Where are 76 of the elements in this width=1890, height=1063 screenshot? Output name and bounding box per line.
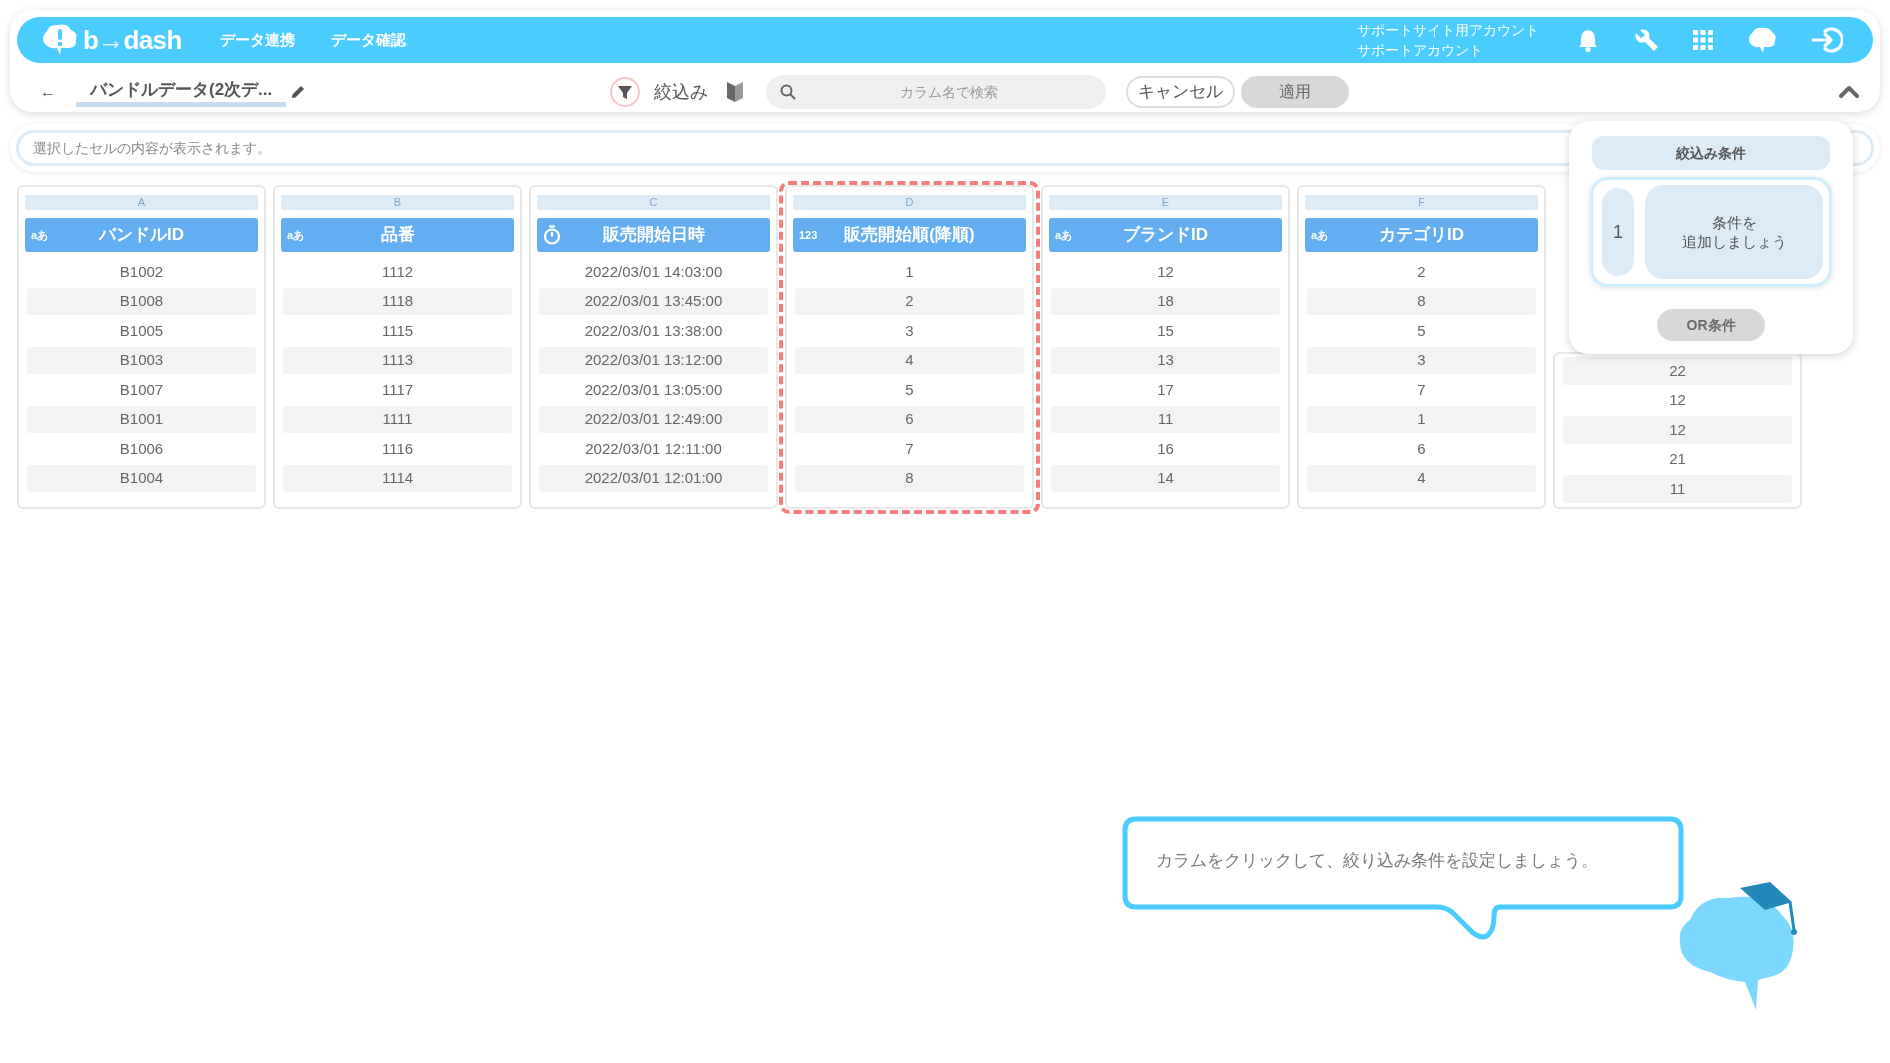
table-column[interactable]: 22 12 12 21 11 <box>1553 352 1802 509</box>
column-letter: B <box>281 195 514 210</box>
table-cell[interactable]: 2022/03/01 13:12:00 <box>539 346 768 374</box>
column-title: 販売開始順(降順) <box>842 224 976 247</box>
column-letter: C <box>537 195 770 210</box>
hint-text: カラムをクリックして、絞り込み条件を設定しましょう。 <box>1156 850 1598 872</box>
table-column[interactable]: B aあ 品番 1112 1118 1115 1113 1117 1111 1116 1114 <box>273 185 522 509</box>
table-column[interactable]: F aあ カテゴリID 2 8 5 3 7 1 6 4 <box>1297 185 1546 509</box>
filter-button[interactable] <box>610 77 641 107</box>
column-title: ブランドID <box>1122 224 1209 247</box>
notification-icon[interactable] <box>1577 28 1599 52</box>
table-cell[interactable]: B1004 <box>27 464 256 492</box>
back-button[interactable]: ← <box>40 80 56 104</box>
table-cell[interactable]: 2022/03/01 12:49:00 <box>539 405 768 433</box>
wrench-icon[interactable] <box>1633 27 1659 53</box>
column-letter: D <box>793 195 1026 210</box>
stopwatch-icon <box>543 225 561 245</box>
table-cell[interactable]: 1114 <box>283 464 512 492</box>
table-cell[interactable]: 18 <box>1051 287 1280 315</box>
type-icon: aあ <box>1311 226 1329 244</box>
or-condition-button[interactable]: OR条件 <box>1657 309 1765 341</box>
funnel-icon <box>617 84 634 100</box>
table-cell[interactable]: 11 <box>1563 475 1792 503</box>
table-cell[interactable]: 12 <box>1563 416 1792 444</box>
table-cell[interactable]: B1008 <box>27 287 256 315</box>
account-name: サポートサイト用アカウント <box>1357 21 1539 40</box>
hint-line: 条件を <box>1711 213 1757 232</box>
table-cell[interactable]: 11 <box>1051 405 1280 433</box>
table-cell[interactable]: 1111 <box>283 405 512 433</box>
group-number: 1 <box>1599 185 1637 279</box>
table-cell[interactable]: 1118 <box>283 287 512 315</box>
logo-text: b→dash <box>83 23 182 57</box>
apps-grid-icon[interactable] <box>1693 30 1713 50</box>
table-cell[interactable]: 22 <box>1563 357 1792 385</box>
table-cell[interactable]: 6 <box>795 405 1024 433</box>
table-cell[interactable]: 2022/03/01 12:01:00 <box>539 464 768 492</box>
table-cell[interactable]: 8 <box>795 464 1024 492</box>
hint-line: 追加しましょう <box>1681 232 1787 251</box>
type-icon: aあ <box>31 226 49 244</box>
table-cell[interactable]: B1003 <box>27 346 256 374</box>
search-icon <box>780 84 797 100</box>
table-cell[interactable]: 4 <box>795 346 1024 374</box>
panel-title: 絞込み条件 <box>1592 136 1830 170</box>
cloud-icon[interactable] <box>1747 26 1777 54</box>
column-title: カテゴリID <box>1378 224 1465 247</box>
table-column[interactable]: C 販売開始日時 2022/03/01 14:03:00 2022/03/01 13:45:00 2022/03/01 13:38:00 2022/03/01 13:12:00 2022/03/01 13:05:00 2022/03/01 12:49:00 2022/03/01 12:11:00 2022/03/01 12:01:00 <box>529 185 778 509</box>
column-letter: A <box>25 195 258 210</box>
collapse-icon[interactable] <box>1838 85 1860 99</box>
column-title: バンドルID <box>97 224 185 247</box>
column-letter: F <box>1305 195 1538 210</box>
table-column[interactable]: A aあ バンドルID B1002 B1008 B1005 B1003 B1007 B1001 B1006 B1004 <box>17 185 266 509</box>
search-field[interactable]: カラム名で検索 <box>766 75 1107 109</box>
filter-label: 絞込み <box>654 80 709 104</box>
table-cell[interactable]: 2022/03/01 13:45:00 <box>539 287 768 315</box>
column-title: 販売開始日時 <box>601 224 706 247</box>
table-column[interactable]: E aあ ブランドID 12 18 15 13 17 11 16 14 <box>1041 185 1290 509</box>
cancel-button[interactable]: キャンセル <box>1126 76 1236 108</box>
user-name: サポートアカウント <box>1357 41 1484 60</box>
table-cell[interactable]: 13 <box>1051 346 1280 374</box>
column-title: 品番 <box>379 224 416 247</box>
table-cell[interactable]: 1113 <box>283 346 512 374</box>
type-icon: aあ <box>1055 226 1073 244</box>
edit-icon[interactable] <box>290 84 307 100</box>
column-letter: E <box>1049 195 1282 210</box>
type-icon: aあ <box>287 226 305 244</box>
add-condition-area[interactable]: 条件を 追加しましょう <box>1645 185 1823 279</box>
type-icon: 123 <box>799 226 818 244</box>
logout-icon[interactable] <box>1811 27 1843 53</box>
dataset-title: バンドルデータ(2次デ... <box>76 77 287 107</box>
table-cell[interactable]: 4 <box>1307 464 1536 492</box>
table-cell[interactable]: 2 <box>795 287 1024 315</box>
table-cell[interactable]: 8 <box>1307 287 1536 315</box>
table-cell[interactable]: 3 <box>1307 346 1536 374</box>
table-cell[interactable]: 1 <box>1307 405 1536 433</box>
table-cell[interactable]: 14 <box>1051 464 1280 492</box>
table-cell[interactable]: B1001 <box>27 405 256 433</box>
